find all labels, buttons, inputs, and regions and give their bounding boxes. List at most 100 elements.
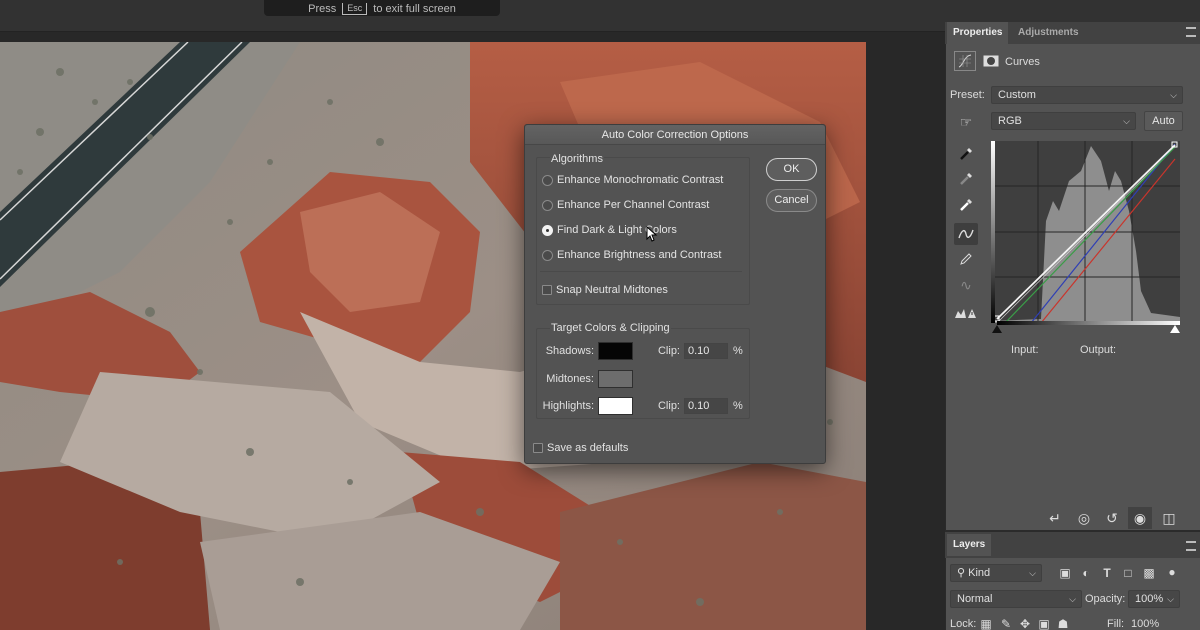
radio-enhance-per-channel-contrast[interactable]: Enhance Per Channel Contrast [542,199,709,211]
blend-mode-select[interactable]: Normal ⌵ [950,590,1082,608]
shadows-percent: % [733,345,743,357]
white-point-slider-icon[interactable] [1170,325,1180,333]
opacity-value: 100% [1135,593,1164,605]
lock-label: Lock: [950,618,977,630]
target-colors-title: Target Colors & Clipping [550,322,671,334]
cancel-button[interactable]: Cancel [766,189,817,212]
chevron-down-icon: ⌵ [1069,594,1076,604]
radio-button[interactable] [542,249,553,261]
lock-all-icon[interactable]: ☗ [1055,616,1071,630]
lock-artboard-icon[interactable]: ▣ [1036,616,1052,630]
save-as-defaults-checkbox[interactable]: Save as defaults [533,442,628,454]
tab-adjustments[interactable]: Adjustments [1012,22,1085,44]
black-point-eyedropper-icon[interactable] [954,143,978,165]
highlights-label: Highlights: [542,400,594,412]
midtones-label: Midtones: [546,373,594,385]
output-gradient-bar [991,141,995,323]
radio-button[interactable] [542,174,553,186]
lock-image-icon[interactable]: ✎ [998,616,1014,630]
highlights-percent: % [733,400,743,412]
opacity-input[interactable]: 100% ⌵ [1128,590,1180,608]
radio-enhance-brightness-contrast[interactable]: Enhance Brightness and Contrast [542,249,722,261]
clip-to-layer-icon[interactable]: ↵ [1043,507,1067,529]
snap-neutral-midtones-checkbox[interactable]: Snap Neutral Midtones [542,284,668,296]
fullscreen-hint: Press Esc to exit full screen [264,0,500,16]
opacity-label: Opacity: [1085,593,1126,605]
channel-value: RGB [998,115,1022,127]
fill-value[interactable]: 100% [1131,618,1159,630]
shadows-label: Shadows: [545,345,594,357]
pencil-draw-icon[interactable] [954,248,978,270]
layers-tab-bar: Layers [945,532,1200,558]
reset-icon[interactable]: ↺ [1100,507,1124,529]
input-label: Input: [1011,344,1039,356]
highlights-color-swatch[interactable] [598,397,633,415]
filter-smart-object-icon[interactable]: ▩ [1141,565,1157,581]
properties-tabs: Properties Adjustments [945,22,1200,44]
checkbox[interactable] [533,443,543,453]
radio-label: Find Dark & Light Colors [557,224,677,236]
midtones-color-swatch[interactable] [598,370,633,388]
mouse-pointer-icon [646,226,658,242]
esc-key-label: Esc [342,3,368,15]
panel-menu-icon[interactable] [1186,27,1196,37]
preset-select[interactable]: Custom ⌵ [991,86,1183,104]
tab-properties[interactable]: Properties [947,22,1009,44]
layer-filter-select[interactable]: ⚲ Kind ⌵ [950,564,1042,582]
preset-label: Preset: [950,89,985,101]
auto-button[interactable]: Auto [1144,111,1183,131]
output-label: Output: [1080,344,1117,356]
radio-label: Enhance Monochromatic Contrast [557,174,724,186]
radio-label: Enhance Brightness and Contrast [557,249,722,261]
lock-position-icon[interactable]: ✥ [1017,616,1033,630]
trash-icon[interactable]: ◫ [1157,507,1181,529]
checkbox-label: Save as defaults [547,442,629,454]
blend-mode-value: Normal [957,593,993,605]
filter-shape-icon[interactable]: □ [1120,565,1136,581]
lock-transparent-icon[interactable]: ▦ [978,616,994,630]
panel-menu-icon[interactable] [1186,541,1196,551]
input-gradient-bar [997,321,1180,325]
adjustment-name: Curves [1005,56,1040,68]
radio-label: Enhance Per Channel Contrast [557,199,710,211]
fullscreen-hint-prefix: Press [308,3,337,15]
radio-button-selected[interactable] [542,224,553,236]
black-point-slider-icon[interactable] [992,325,1002,333]
on-image-adjustment-icon[interactable]: ☞ [954,111,978,133]
filter-toggle-icon[interactable]: ● [1164,564,1180,580]
ok-button[interactable]: OK [766,158,817,181]
smooth-curve-icon: ∿ [960,276,972,293]
clipping-warning-icon[interactable] [952,302,980,324]
checkbox-label: Snap Neutral Midtones [556,284,668,296]
chevron-down-icon: ⌵ [1029,568,1036,578]
radio-button[interactable] [542,199,553,211]
view-previous-state-icon[interactable]: ◎ [1072,507,1096,529]
filter-type-icon[interactable]: T [1099,565,1115,581]
shadows-color-swatch[interactable] [598,342,633,360]
highlights-clip-input[interactable]: 0.10 [684,398,728,414]
fill-label: Fill: [1107,618,1125,630]
curves-adjustment-icon [954,51,976,71]
white-point-eyedropper-icon[interactable] [954,194,978,216]
curves-graph[interactable] [991,141,1180,323]
algorithms-divider [540,271,742,272]
highlights-clip-label: Clip: [657,400,680,412]
chevron-down-icon: ⌵ [1167,594,1174,604]
shadows-clip-input[interactable]: 0.10 [684,343,728,359]
checkbox[interactable] [542,285,552,295]
filter-adjustment-icon[interactable]: ◐ [1078,565,1094,581]
visibility-eye-icon[interactable]: ◉ [1128,507,1152,529]
algorithms-title: Algorithms [550,153,604,165]
channel-select[interactable]: RGB ⌵ [991,112,1136,130]
preset-value: Custom [998,89,1036,101]
filter-pixel-icon[interactable]: ▣ [1057,565,1073,581]
layer-filter-value: Kind [968,567,991,579]
radio-enhance-monochromatic-contrast[interactable]: Enhance Monochromatic Contrast [542,174,723,186]
gray-point-eyedropper-icon[interactable] [954,168,978,190]
search-icon: ⚲ [957,567,966,579]
dialog-title: Auto Color Correction Options [525,125,825,145]
fullscreen-hint-suffix: to exit full screen [373,3,456,15]
edit-points-curve-icon[interactable] [954,223,978,245]
tab-layers[interactable]: Layers [947,534,992,556]
layer-mask-icon[interactable] [980,51,1002,71]
